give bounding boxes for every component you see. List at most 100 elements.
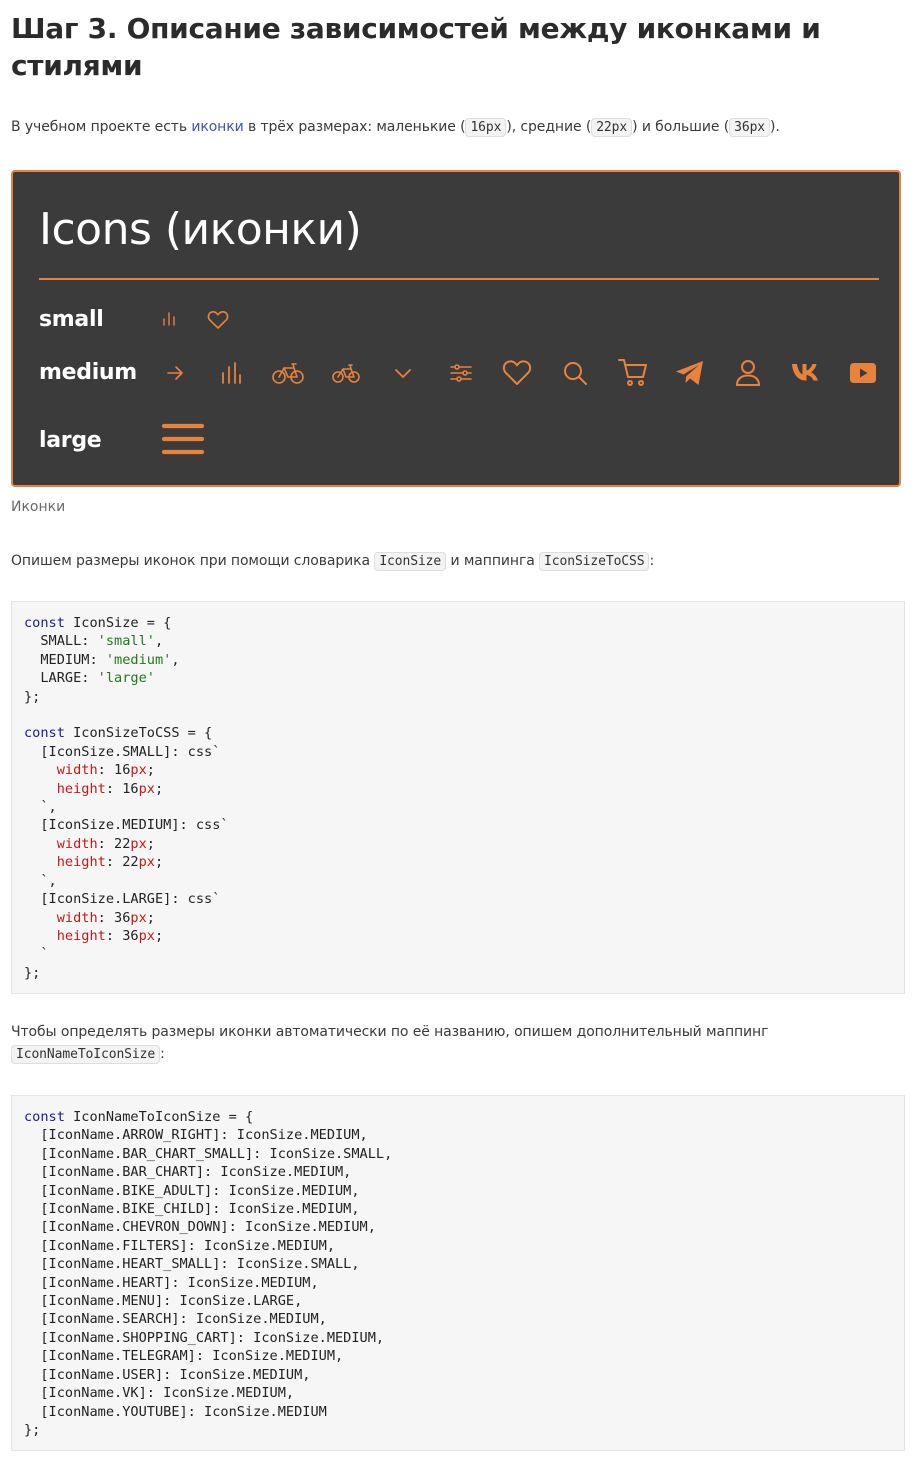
code-line: [IconName.CHEVRON_DOWN]: IconSize.MEDIUM… bbox=[24, 1219, 376, 1236]
intro-text-4: ) и большие ( bbox=[632, 119, 730, 135]
para3-text-2: : bbox=[160, 1046, 165, 1062]
code-line: LARGE: bbox=[24, 670, 98, 687]
figure-caption: Иконки bbox=[11, 499, 66, 515]
filters-icon bbox=[449, 363, 473, 383]
code-number: 36 bbox=[122, 927, 139, 944]
bike-child-icon bbox=[332, 362, 360, 384]
bar-chart-icon bbox=[219, 361, 243, 385]
code-line: SMALL: bbox=[24, 633, 98, 650]
code-line: }; bbox=[24, 688, 41, 705]
code-unit: px bbox=[130, 762, 147, 779]
row-label-large: large bbox=[39, 428, 102, 453]
page-title: Шаг 3. Описание зависимостей между иконк… bbox=[11, 12, 821, 82]
code-unit: px bbox=[130, 835, 147, 852]
code-line: [IconName.BAR_CHART]: IconSize.MEDIUM, bbox=[24, 1164, 352, 1181]
code-line: }; bbox=[24, 964, 41, 981]
code-string: 'medium' bbox=[105, 651, 172, 668]
vk-icon bbox=[791, 362, 821, 382]
icons-link[interactable]: иконки bbox=[191, 119, 243, 135]
para2-text-1: Опишем размеры иконок при помощи словари… bbox=[11, 553, 375, 569]
code-string: 'small' bbox=[97, 633, 155, 650]
code-punct: , bbox=[154, 633, 164, 650]
code-prop: height bbox=[56, 927, 106, 944]
intro-text-1: В учебном проекте есть bbox=[11, 119, 192, 135]
code-line: [IconName.ARROW_RIGHT]: IconSize.MEDIUM, bbox=[24, 1127, 368, 1144]
article-page: Шаг 3. Описание зависимостей между иконк… bbox=[0, 0, 914, 1466]
code-line: [IconName.BIKE_ADULT]: IconSize.MEDIUM, bbox=[24, 1182, 360, 1199]
size-large-code: 36px bbox=[729, 118, 771, 137]
code-line: [IconName.HEART_SMALL]: IconSize.SMALL, bbox=[24, 1256, 360, 1273]
bar-chart-small-icon bbox=[161, 311, 177, 327]
iconnametoiconsize-inline-code: IconNameToIconSize bbox=[11, 1045, 161, 1064]
code-line: [IconName.USER]: IconSize.MEDIUM, bbox=[24, 1366, 311, 1383]
intro-text-5: ). bbox=[770, 119, 780, 135]
code-unit: px bbox=[138, 854, 155, 871]
code-line: IconNameToIconSize = { bbox=[64, 1109, 254, 1125]
code-string: 'large' bbox=[97, 670, 155, 687]
code-keyword: const bbox=[24, 725, 65, 742]
code-line: [IconName.BAR_CHART_SMALL]: IconSize.SMA… bbox=[24, 1145, 393, 1162]
code-line: [IconSize.SMALL]: css` bbox=[24, 743, 221, 760]
intro-text-2: в трёх размерах: маленькие ( bbox=[243, 119, 466, 135]
code-line: [IconName.HEART]: IconSize.MEDIUM, bbox=[24, 1274, 319, 1291]
row-label-small: small bbox=[39, 307, 104, 332]
para3-text-1: Чтобы определять размеры иконки автомати… bbox=[11, 1024, 769, 1040]
intro-paragraph: В учебном проекте есть иконки в трёх раз… bbox=[11, 116, 780, 139]
bike-adult-icon bbox=[272, 361, 304, 385]
para2-text-3: : bbox=[649, 553, 655, 569]
demo-divider bbox=[39, 278, 879, 280]
youtube-icon bbox=[848, 361, 878, 385]
iconsizetocss-inline-code: IconSizeToCSS bbox=[539, 552, 650, 571]
code-unit: px bbox=[130, 909, 147, 926]
telegram-icon bbox=[675, 360, 705, 386]
code-number: 16 bbox=[114, 762, 131, 779]
code-punct: , bbox=[171, 651, 180, 668]
code-unit: px bbox=[138, 780, 155, 797]
shopping-cart-icon bbox=[617, 357, 649, 387]
heart-icon bbox=[502, 359, 532, 386]
paragraph-iconsize: Опишем размеры иконок при помощи словари… bbox=[11, 550, 654, 573]
iconsize-inline-code: IconSize bbox=[374, 552, 447, 571]
code-line: IconSizeToCSS = { bbox=[64, 725, 213, 742]
code-prop: height bbox=[56, 780, 106, 797]
code-keyword: const bbox=[24, 615, 65, 631]
code-number: 16 bbox=[122, 780, 139, 797]
code-number: 36 bbox=[114, 909, 131, 926]
code-line: }; bbox=[24, 1421, 41, 1438]
code-line: [IconSize.MEDIUM]: css` bbox=[24, 817, 229, 834]
para2-text-2: и маппинга bbox=[446, 553, 540, 569]
code-line: [IconName.FILTERS]: IconSize.MEDIUM, bbox=[24, 1237, 335, 1254]
size-small-code: 16px bbox=[465, 118, 507, 137]
intro-text-3: ), средние ( bbox=[506, 119, 592, 135]
size-medium-code: 22px bbox=[591, 118, 633, 137]
paragraph-iconname-mapping: Чтобы определять размеры иконки автомати… bbox=[11, 1021, 891, 1066]
demo-title: Icons (иконки) bbox=[39, 204, 362, 255]
user-icon bbox=[735, 359, 761, 387]
heart-small-icon bbox=[207, 310, 229, 330]
code-line: [IconName.YOUTUBE]: IconSize.MEDIUM bbox=[24, 1403, 327, 1420]
icons-demo-figure: Icons (иконки) small medium large bbox=[11, 170, 901, 487]
code-number: 22 bbox=[114, 835, 131, 852]
code-number: 22 bbox=[122, 854, 139, 871]
code-prop: width bbox=[56, 909, 98, 926]
code-line: [IconName.BIKE_CHILD]: IconSize.MEDIUM, bbox=[24, 1201, 360, 1218]
code-line: [IconName.SHOPPING_CART]: IconSize.MEDIU… bbox=[24, 1329, 385, 1346]
code-prop: height bbox=[56, 854, 106, 871]
code-block-iconnametoiconsize: const IconNameToIconSize = { [IconName.A… bbox=[11, 1095, 905, 1451]
code-line: [IconSize.LARGE]: css` bbox=[24, 891, 221, 908]
code-keyword: const bbox=[24, 1109, 65, 1125]
chevron-down-icon bbox=[392, 364, 414, 382]
menu-icon bbox=[161, 421, 205, 457]
code-prop: width bbox=[56, 835, 98, 852]
row-label-medium: medium bbox=[39, 360, 137, 385]
arrow-right-icon bbox=[165, 363, 185, 383]
code-unit: px bbox=[138, 927, 155, 944]
code-prop: width bbox=[56, 762, 98, 779]
code-line: [IconName.TELEGRAM]: IconSize.MEDIUM, bbox=[24, 1348, 344, 1365]
code-line: [IconName.MENU]: IconSize.LARGE, bbox=[24, 1293, 303, 1310]
search-icon bbox=[562, 360, 588, 386]
code-block-iconsize: const IconSize = { SMALL: 'small', MEDIU… bbox=[11, 601, 905, 994]
code-line: [IconName.SEARCH]: IconSize.MEDIUM, bbox=[24, 1311, 327, 1328]
code-line: [IconName.VK]: IconSize.MEDIUM, bbox=[24, 1385, 295, 1402]
code-line: IconSize = { bbox=[64, 615, 172, 631]
